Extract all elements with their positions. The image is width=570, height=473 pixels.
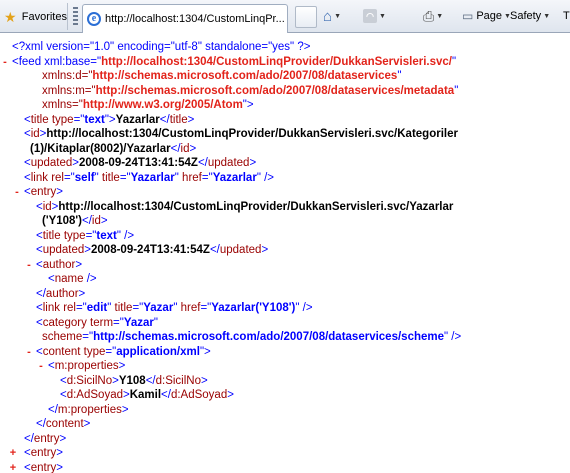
xmlns-d-attr: xmlns:d=" bbox=[42, 70, 93, 82]
xmlns-m-value: http://schemas.microsoft.com/ado/2007/08… bbox=[95, 84, 455, 97]
entry-id-text-1: http://localhost:1304/CustomLinqProvider… bbox=[58, 200, 454, 213]
xmlns-attr: xmlns=" bbox=[42, 99, 83, 111]
feed-title-line: <title type="text">Yazarlar</title> bbox=[24, 113, 195, 126]
safety-menu-button[interactable]: Safety ▼ bbox=[510, 6, 550, 26]
home-icon: ⌂ bbox=[323, 7, 333, 25]
category-scheme-line: scheme="http://schemas.microsoft.com/ado… bbox=[42, 331, 462, 343]
content-close-line: </content> bbox=[36, 418, 91, 430]
entry-collapsed-line: + <entry> bbox=[9, 461, 64, 473]
properties-open-line: - <m:properties> bbox=[0, 359, 570, 374]
chevron-down-icon: ▼ bbox=[543, 12, 551, 20]
new-tab-button[interactable] bbox=[295, 6, 317, 28]
feeds-button[interactable]: ◠ ▼ bbox=[363, 6, 386, 26]
feed-link-rel: self bbox=[74, 171, 95, 184]
xmlns-d-line: xmlns:d="http://schemas.microsoft.com/ad… bbox=[42, 70, 402, 82]
entry-link-href: Yazarlar('Y108') bbox=[211, 302, 296, 314]
sicilno-line: <d:SicilNo>Y108</d:SicilNo> bbox=[60, 374, 208, 387]
author-close-line: </author> bbox=[36, 287, 86, 300]
collapse-toggle[interactable]: - bbox=[37, 359, 45, 374]
page-menu-label: Page bbox=[476, 10, 503, 22]
feed-id-text-2: (1)/Kitaplar(8002)/Yazarlar bbox=[30, 142, 171, 155]
tools-menu-label: T bbox=[563, 10, 570, 22]
sicilno-value: Y108 bbox=[118, 374, 146, 387]
safety-menu-label: Safety bbox=[510, 10, 542, 22]
entry-title-type: text bbox=[96, 229, 117, 242]
collapse-toggle[interactable]: - bbox=[25, 345, 33, 360]
feed-link-line: <link rel="self" title="Yazarlar" href="… bbox=[24, 171, 275, 184]
entry-link-rel: edit bbox=[86, 302, 108, 314]
collapse-toggle[interactable]: - bbox=[13, 185, 21, 200]
author-open-line: - <author> bbox=[0, 258, 570, 273]
content-type: application/xml bbox=[116, 345, 200, 358]
entry-updated-text: 2008-09-24T13:41:54Z bbox=[91, 244, 210, 256]
category-term: Yazar bbox=[123, 316, 154, 329]
tools-menu-button[interactable]: T bbox=[563, 6, 570, 26]
favorites-label: Favorites bbox=[21, 10, 67, 23]
printer-icon: ⎙ bbox=[423, 7, 435, 24]
xml-declaration: <?xml version="1.0" encoding="utf-8" sta… bbox=[12, 41, 311, 53]
feed-title-type: text bbox=[84, 113, 105, 126]
properties-close-line: </m:properties> bbox=[48, 403, 129, 416]
content-open-line: - <content type="application/xml"> bbox=[0, 345, 570, 360]
feed-id-line: <id>http://localhost:1304/CustomLinqProv… bbox=[24, 128, 458, 155]
entry-close-line: </entry> bbox=[24, 432, 67, 445]
xmlns-m-line: xmlns:m="http://schemas.microsoft.com/ad… bbox=[42, 84, 459, 97]
favorites-button[interactable]: ★ Favorites bbox=[0, 3, 68, 30]
tab-title: http://localhost:1304/CustomLinqPr... bbox=[105, 13, 285, 25]
feed-id-text-1: http://localhost:1304/CustomLinqProvider… bbox=[46, 128, 458, 140]
adsoyad-line: <d:AdSoyad>Kamil</d:AdSoyad> bbox=[60, 389, 234, 401]
entry-updated-line: <updated>2008-09-24T13:41:54Z</updated> bbox=[36, 244, 269, 256]
feed-link-href: Yazarlar bbox=[212, 171, 257, 184]
xml-declaration-line: <?xml version="1.0" encoding="utf-8" sta… bbox=[0, 40, 570, 55]
xmlns-line: xmlns="http://www.w3.org/2005/Atom"> bbox=[42, 99, 254, 111]
chevron-down-icon[interactable]: ▼ bbox=[436, 13, 443, 20]
tab-current-page[interactable]: e http://localhost:1304/CustomLinqPr... bbox=[82, 4, 288, 33]
page-menu-button[interactable]: ▭ Page ▼ bbox=[462, 6, 511, 26]
name-tag: name bbox=[54, 273, 84, 285]
xmlns-d-value: http://schemas.microsoft.com/ado/2007/08… bbox=[92, 70, 398, 82]
chevron-down-icon[interactable]: ▼ bbox=[379, 13, 386, 20]
collapse-toggle[interactable]: - bbox=[25, 258, 33, 273]
collapse-toggle[interactable]: - bbox=[1, 55, 9, 70]
category-line: <category term="Yazar" bbox=[36, 316, 158, 329]
entry-link-line: <link rel="edit" title="Yazar" href="Yaz… bbox=[36, 302, 313, 314]
author-name-line: <name /> bbox=[48, 273, 97, 285]
xml-document-view: <?xml version="1.0" encoding="utf-8" sta… bbox=[0, 40, 570, 473]
entry-open-line: - <entry> bbox=[0, 185, 570, 200]
xmlns-m-attr: xmlns:m=" bbox=[42, 84, 96, 97]
category-scheme: http://schemas.microsoft.com/ado/2007/08… bbox=[93, 331, 445, 343]
author-tag: author bbox=[42, 258, 76, 271]
entry-id-line: <id>http://localhost:1304/CustomLinqProv… bbox=[36, 200, 454, 228]
entry-link-title: Yazar bbox=[143, 302, 174, 314]
quick-tabs-button[interactable] bbox=[73, 7, 78, 25]
ie-command-bar: ★ Favorites e http://localhost:1304/Cust… bbox=[0, 0, 570, 33]
chevron-down-icon[interactable]: ▼ bbox=[334, 13, 341, 20]
adsoyad-value: Kamil bbox=[129, 389, 162, 401]
entry-collapsed-line: + <entry> bbox=[9, 446, 64, 461]
home-button[interactable]: ⌂ ▼ bbox=[323, 6, 341, 26]
entry-title-line: <title type="text" /> bbox=[36, 229, 135, 242]
feed-open-line: - <feed xml:base="http://localhost:1304/… bbox=[0, 55, 570, 70]
ie-icon: e bbox=[87, 12, 101, 26]
page-icon: ▭ bbox=[462, 9, 474, 23]
feed-updated-text: 2008-09-24T13:41:54Z bbox=[79, 157, 198, 169]
rss-icon: ◠ bbox=[363, 9, 377, 23]
expand-toggle[interactable]: + bbox=[9, 461, 17, 473]
feed-link-title: Yazarlar bbox=[130, 171, 175, 184]
entry-id-text-2: ('Y108') bbox=[42, 215, 82, 227]
expand-toggle[interactable]: + bbox=[9, 446, 17, 461]
xmlns-value: http://www.w3.org/2005/Atom bbox=[82, 99, 243, 111]
star-icon: ★ bbox=[4, 8, 17, 25]
feed-base-url: http://localhost:1304/CustomLinqProvider… bbox=[101, 55, 452, 68]
feed-open-tag: <feed xml:base=" bbox=[12, 55, 102, 68]
feed-title-text: Yazarlar bbox=[115, 113, 160, 126]
feed-updated-line: <updated>2008-09-24T13:41:54Z</updated> bbox=[24, 157, 257, 169]
print-button[interactable]: ⎙ ▼ bbox=[423, 6, 443, 26]
